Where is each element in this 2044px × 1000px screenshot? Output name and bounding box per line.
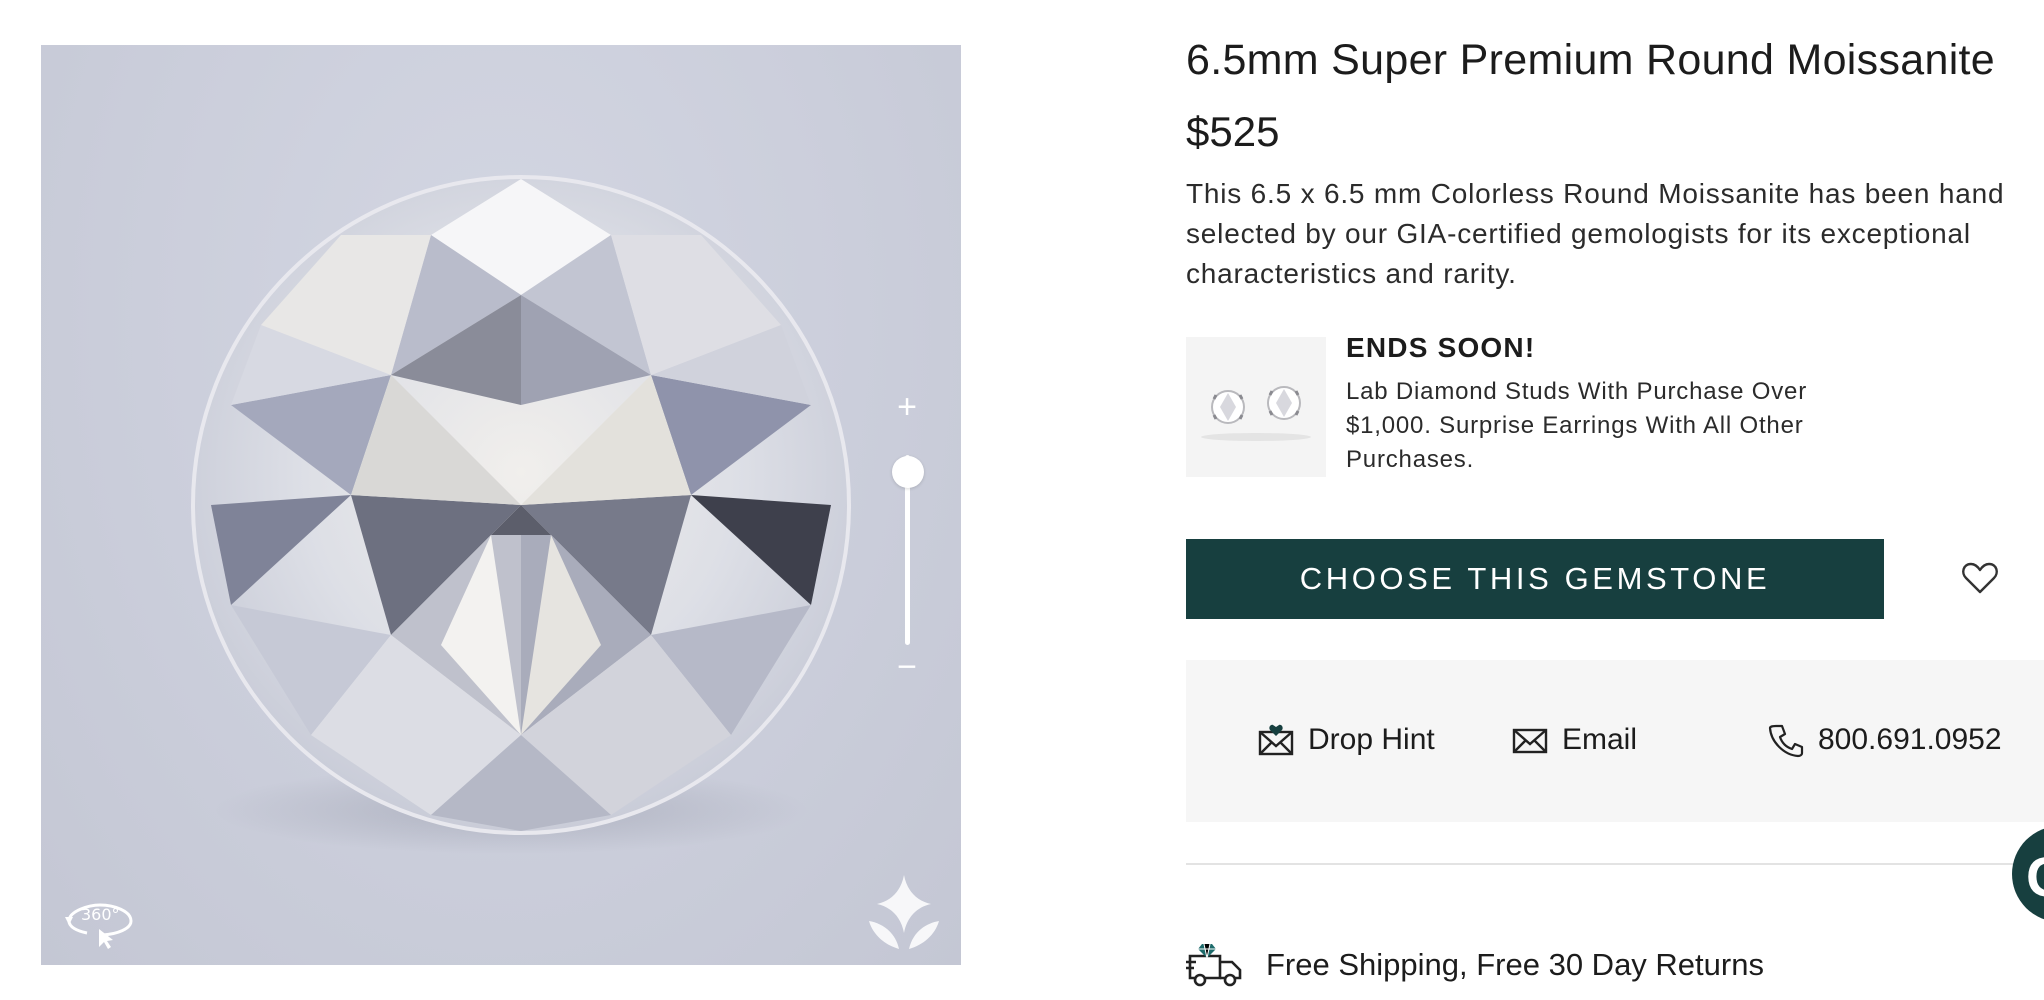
zoom-in-icon[interactable]: +	[893, 390, 921, 424]
shipping-info: Free Shipping, Free 30 Day Returns	[1186, 940, 1764, 990]
phone-icon	[1768, 724, 1804, 758]
product-description: This 6.5 x 6.5 mm Colorless Round Moissa…	[1186, 178, 2005, 289]
chat-glyph: G	[2026, 844, 2044, 909]
product-title: 6.5mm Super Premium Round Moissanite	[1186, 36, 1996, 84]
moissanite-gem-image	[191, 175, 851, 835]
choose-this-gemstone-button[interactable]: CHOOSE THIS GEMSTONE	[1186, 539, 1884, 619]
heart-icon[interactable]	[1960, 558, 2000, 598]
delivery-truck-icon	[1186, 943, 1242, 987]
promo-title: ENDS SOON!	[1346, 332, 1536, 363]
rotate-360-icon[interactable]: 360°	[59, 893, 141, 949]
promo-text: Lab Diamond Studs With Purchase Over $1,…	[1346, 378, 1807, 473]
shipping-label: Free Shipping, Free 30 Day Returns	[1266, 947, 1764, 982]
phone-link[interactable]: 800.691.0952	[1768, 716, 2002, 764]
drop-hint-icon	[1258, 724, 1294, 756]
earrings-thumbnail[interactable]	[1186, 337, 1326, 477]
zoom-out-icon[interactable]: −	[893, 650, 921, 684]
brand-mark-icon	[869, 875, 939, 949]
email-link[interactable]: Email	[1512, 716, 1637, 764]
email-icon	[1512, 728, 1548, 754]
contact-options-bar: Drop Hint Email 800.691.0952	[1186, 660, 2044, 822]
phone-number: 800.691.0952	[1818, 723, 2002, 756]
drop-hint-link[interactable]: Drop Hint	[1258, 716, 1435, 764]
drop-hint-label: Drop Hint	[1308, 723, 1435, 756]
zoom-slider-handle[interactable]	[892, 456, 924, 488]
rotate-360-label: 360°	[81, 905, 120, 924]
email-label: Email	[1562, 723, 1638, 756]
chat-icon[interactable]: G	[2012, 826, 2044, 922]
gem-360-viewer[interactable]: + − 360°	[41, 45, 961, 965]
product-price: $525	[1186, 108, 1280, 155]
section-divider	[1186, 863, 2044, 865]
